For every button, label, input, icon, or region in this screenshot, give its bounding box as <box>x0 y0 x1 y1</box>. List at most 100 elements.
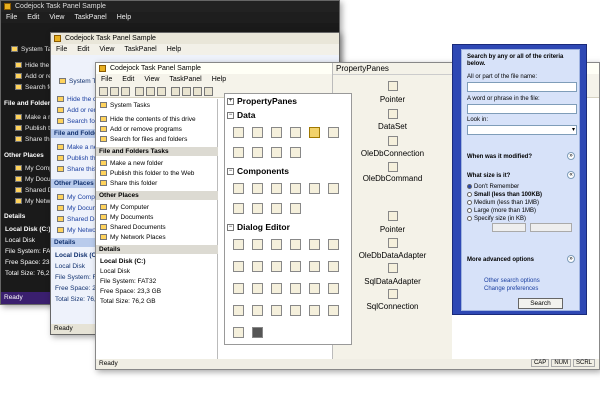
data-tool-8-icon[interactable] <box>271 147 282 158</box>
pointer-tool-icon[interactable] <box>233 239 244 250</box>
main-task-hide[interactable]: Hide the contents of this drive <box>100 115 196 124</box>
richedit-tool-icon[interactable] <box>271 305 282 316</box>
menu-edit[interactable]: Edit <box>77 44 89 55</box>
phrase-input[interactable] <box>467 104 577 114</box>
spin-tool-icon[interactable] <box>252 283 263 294</box>
groupbox-tool-icon[interactable] <box>233 261 244 272</box>
chevron-down-icon[interactable]: » <box>567 255 575 263</box>
main-details-header[interactable]: Details <box>96 245 218 254</box>
collapse-icon[interactable]: − <box>227 224 234 231</box>
file-name-input[interactable] <box>467 82 577 92</box>
extended-combo-tool-icon[interactable] <box>252 327 263 338</box>
change-preferences-link[interactable]: Change preferences <box>484 286 538 292</box>
new-icon[interactable] <box>99 87 108 96</box>
data-tool-9-icon[interactable] <box>290 147 301 158</box>
data-tool-1-icon[interactable] <box>252 127 263 138</box>
look-in-select[interactable]: ▾ <box>467 125 577 135</box>
expand-icon[interactable]: + <box>227 98 234 105</box>
statictext-tool-icon[interactable] <box>271 261 282 272</box>
search-icon[interactable] <box>204 87 213 96</box>
blue-other-header[interactable]: Other Places <box>51 179 96 188</box>
menu-view[interactable]: View <box>99 44 114 55</box>
main-other-documents[interactable]: My Documents <box>100 213 153 222</box>
listctrl-tool-icon[interactable] <box>309 283 320 294</box>
dark-details-header[interactable]: Details <box>1 212 25 221</box>
size-medium[interactable]: Medium (less than 1MB) <box>467 200 539 206</box>
comp-tool-8-icon[interactable] <box>271 203 282 214</box>
main-task-add-remove[interactable]: Add or remove programs <box>100 125 182 134</box>
size-large[interactable]: Large (more than 1MB) <box>467 208 536 214</box>
advanced-header[interactable]: More advanced options <box>467 257 534 263</box>
toolbox-group-data[interactable]: − Data <box>225 110 351 121</box>
toolbox-group-components[interactable]: − Components <box>225 166 351 177</box>
slider-tool-icon[interactable] <box>233 283 244 294</box>
data-tool-3-icon[interactable] <box>290 127 301 138</box>
comp-tool-1-icon[interactable] <box>252 183 263 194</box>
menu-view[interactable]: View <box>144 74 159 85</box>
menu-taskpanel[interactable]: TaskPanel <box>124 44 156 55</box>
print-icon[interactable] <box>171 87 180 96</box>
other-search-options-link[interactable]: Other search options <box>484 278 540 284</box>
progress-tool-icon[interactable] <box>271 283 282 294</box>
pointer-tool-icon[interactable] <box>233 127 244 138</box>
menu-edit[interactable]: Edit <box>122 74 134 85</box>
menu-file[interactable]: File <box>56 44 67 55</box>
vscroll-tool-icon[interactable] <box>328 261 339 272</box>
size-specify[interactable]: Specify size (in KB) <box>467 216 526 222</box>
toolbox-group-dialog-editor[interactable]: − Dialog Editor <box>225 222 351 233</box>
listbox-tool-icon[interactable] <box>328 239 339 250</box>
search-button[interactable]: Search <box>518 298 563 309</box>
comp-tool-3-icon[interactable] <box>290 183 301 194</box>
calendar-tool-icon[interactable] <box>309 305 320 316</box>
blue-file-folder-header[interactable]: File and Folders Tasks <box>51 129 124 138</box>
combobox-tool-icon[interactable] <box>309 239 320 250</box>
main-ff-share[interactable]: Share this folder <box>100 179 157 188</box>
data-tool-5-icon[interactable] <box>328 127 339 138</box>
button-tool-icon[interactable] <box>252 239 263 250</box>
comp-tool-2-icon[interactable] <box>271 183 282 194</box>
size-header[interactable]: What size is it? <box>467 173 510 179</box>
menu-taskpanel[interactable]: TaskPanel <box>74 12 106 23</box>
main-ff-publish[interactable]: Publish this folder to the Web <box>100 169 194 178</box>
save-icon[interactable] <box>121 87 130 96</box>
main-system-tasks-header[interactable]: System Tasks <box>100 101 150 110</box>
data-tool-7-icon[interactable] <box>252 147 263 158</box>
data-tool-2-icon[interactable] <box>271 127 282 138</box>
comp-tool-4-icon[interactable] <box>309 183 320 194</box>
data-tool-selected-icon[interactable] <box>309 127 320 138</box>
pointer-tool-icon[interactable] <box>233 183 244 194</box>
animate-tool-icon[interactable] <box>252 305 263 316</box>
hotkey-tool-icon[interactable] <box>290 283 301 294</box>
cut-icon[interactable] <box>135 87 144 96</box>
menu-view[interactable]: View <box>49 12 64 23</box>
menu-file[interactable]: File <box>101 74 112 85</box>
timer-tool-icon[interactable] <box>290 203 301 214</box>
hscroll-tool-icon[interactable] <box>309 261 320 272</box>
chevron-down-icon[interactable]: » <box>567 152 575 160</box>
size-small[interactable]: Small (less than 100KB) <box>467 192 542 198</box>
main-other-header[interactable]: Other Places <box>96 191 218 200</box>
collapse-icon[interactable]: − <box>227 168 234 175</box>
custom-tool-icon[interactable] <box>233 327 244 338</box>
comp-tool-5-icon[interactable] <box>328 183 339 194</box>
picture-tool-icon[interactable] <box>290 261 301 272</box>
data-tool-6-icon[interactable] <box>233 147 244 158</box>
dark-other-header[interactable]: Other Places <box>1 151 44 160</box>
open-icon[interactable] <box>110 87 119 96</box>
menu-taskpanel[interactable]: TaskPanel <box>169 74 201 85</box>
treectrl-tool-icon[interactable] <box>328 283 339 294</box>
radio-tool-icon[interactable] <box>252 261 263 272</box>
tabctrl-tool-icon[interactable] <box>233 305 244 316</box>
main-other-shared[interactable]: Shared Documents <box>100 223 166 232</box>
menu-file[interactable]: File <box>6 12 17 23</box>
collapse-icon[interactable]: − <box>227 112 234 119</box>
chevron-up-icon[interactable]: « <box>567 171 575 179</box>
ipaddress-tool-icon[interactable] <box>328 305 339 316</box>
comp-tool-6-icon[interactable] <box>233 203 244 214</box>
menu-help[interactable]: Help <box>212 74 226 85</box>
editbox-tool-icon[interactable] <box>290 239 301 250</box>
main-other-computer[interactable]: My Computer <box>100 203 149 212</box>
main-other-network[interactable]: My Network Places <box>100 233 166 242</box>
modified-header[interactable]: When was it modified? <box>467 154 532 160</box>
blue-details-header[interactable]: Details <box>51 238 96 247</box>
